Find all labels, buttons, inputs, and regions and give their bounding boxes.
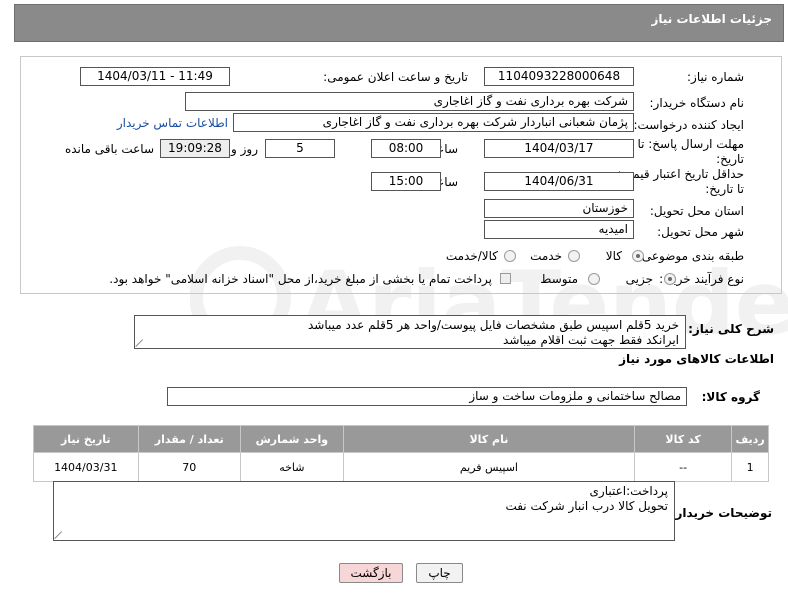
creator-label: ایجاد کننده درخواست: — [633, 118, 744, 132]
category-radio-goods-service[interactable] — [504, 250, 516, 262]
category-radio-goods[interactable] — [632, 250, 644, 262]
process-radio-minor[interactable] — [664, 273, 676, 285]
buyer-notes-line-1: پرداخت:اعتباری — [589, 484, 668, 498]
column-quantity: تعداد / مقدار — [137, 425, 241, 453]
goods-section-title: اطلاعات کالاهای مورد نیاز — [619, 352, 774, 366]
cell-row-number: 1 — [731, 452, 769, 482]
category-option-goods-service: کالا/خدمت — [445, 249, 498, 263]
buyer-notes-resize-handle[interactable] — [55, 531, 63, 539]
process-option-medium: متوسط — [540, 272, 578, 286]
goods-table-header: تاریخ نیاز تعداد / مقدار واحد شمارش نام … — [33, 425, 769, 453]
remaining-time-label: ساعت باقی مانده — [64, 142, 154, 156]
cell-item-code: -- — [634, 452, 733, 482]
column-item-name: نام کالا — [342, 425, 636, 453]
reply-date-field[interactable]: 1404/03/17 — [484, 139, 634, 158]
buyer-contact-link[interactable]: اطلاعات تماس خریدار — [117, 116, 228, 130]
category-option-service: خدمت — [530, 249, 562, 263]
column-unit: واحد شمارش — [239, 425, 344, 453]
cell-quantity: 70 — [137, 452, 241, 482]
buyer-notes-label: توضیحات خریدار: — [670, 506, 772, 520]
price-valid-time-field[interactable]: 15:00 — [371, 172, 441, 191]
process-radio-medium[interactable] — [588, 273, 600, 285]
description-line-2: ایرانکد فقط جهت ثبت اقلام میباشد — [503, 333, 679, 347]
announce-datetime-label: تاریخ و ساعت اعلان عمومی: — [323, 70, 468, 84]
back-button[interactable]: بازگشت — [339, 563, 403, 583]
announce-datetime-field[interactable]: 1404/03/11 - 11:49 — [80, 67, 230, 86]
buyer-org-label: نام دستگاه خریدار: — [649, 96, 745, 110]
city-label: شهر محل تحویل: — [657, 225, 744, 239]
need-number-field[interactable]: 1104093228000648 — [484, 67, 634, 86]
category-option-goods: کالا — [605, 249, 622, 263]
goods-group-field[interactable]: مصالح ساختمانی و ملزومات ساخت و ساز — [167, 387, 687, 406]
cell-unit: شاخه — [239, 452, 344, 482]
category-label: طبقه بندی موضوعی: — [637, 249, 744, 263]
buyer-notes-line-2: تحویل کالا درب انبار شرکت نفت — [505, 499, 668, 513]
category-radio-service[interactable] — [568, 250, 580, 262]
description-label: شرح کلی نیاز: — [688, 322, 774, 336]
print-button[interactable]: چاپ — [416, 563, 463, 583]
description-resize-handle[interactable] — [136, 339, 144, 347]
province-label: استان محل تحویل: — [649, 204, 744, 218]
cell-item-name: اسپیس فریم — [342, 452, 636, 482]
description-textarea[interactable]: خرید 5قلم اسپیس طبق مشخصات فایل پیوست/وا… — [134, 315, 686, 349]
process-option-minor: جزیی — [625, 272, 653, 286]
goods-group-label: گروه کالا: — [701, 390, 760, 404]
table-row[interactable]: 1404/03/31 70 شاخه اسپیس فریم -- 1 — [33, 452, 769, 482]
treasury-payment-note: پرداخت تمام یا بخشی از مبلغ خرید،از محل … — [109, 272, 492, 286]
days-label: روز و — [231, 142, 258, 156]
remaining-time-field: 19:09:28 — [160, 139, 230, 158]
description-line-1: خرید 5قلم اسپیس طبق مشخصات فایل پیوست/وا… — [308, 318, 679, 332]
price-valid-date-field[interactable]: 1404/06/31 — [484, 172, 634, 191]
buyer-org-field[interactable]: شرکت بهره برداری نفت و گاز اغاجاری — [185, 92, 634, 111]
page-title: جزئیات اطلاعات نیاز — [651, 12, 772, 26]
creator-field[interactable]: پژمان شعبانی انباردار شرکت بهره برداری ن… — [233, 113, 634, 132]
province-field[interactable]: خوزستان — [484, 199, 634, 218]
reply-time-field[interactable]: 08:00 — [371, 139, 441, 158]
treasury-payment-checkbox[interactable] — [500, 273, 511, 284]
goods-table: تاریخ نیاز تعداد / مقدار واحد شمارش نام … — [33, 425, 769, 482]
column-need-date: تاریخ نیاز — [33, 425, 139, 453]
cell-need-date: 1404/03/31 — [33, 452, 139, 482]
days-field[interactable]: 5 — [265, 139, 335, 158]
city-field[interactable]: امیدیه — [484, 220, 634, 239]
reply-deadline-label: مهلت ارسال پاسخ: تا تاریخ: — [637, 137, 744, 166]
need-number-label: شماره نیاز: — [687, 70, 744, 84]
column-row-number: ردیف — [731, 425, 769, 453]
column-item-code: کد کالا — [634, 425, 733, 453]
buyer-notes-textarea[interactable]: پرداخت:اعتباری تحویل کالا درب انبار شرکت… — [53, 481, 675, 541]
